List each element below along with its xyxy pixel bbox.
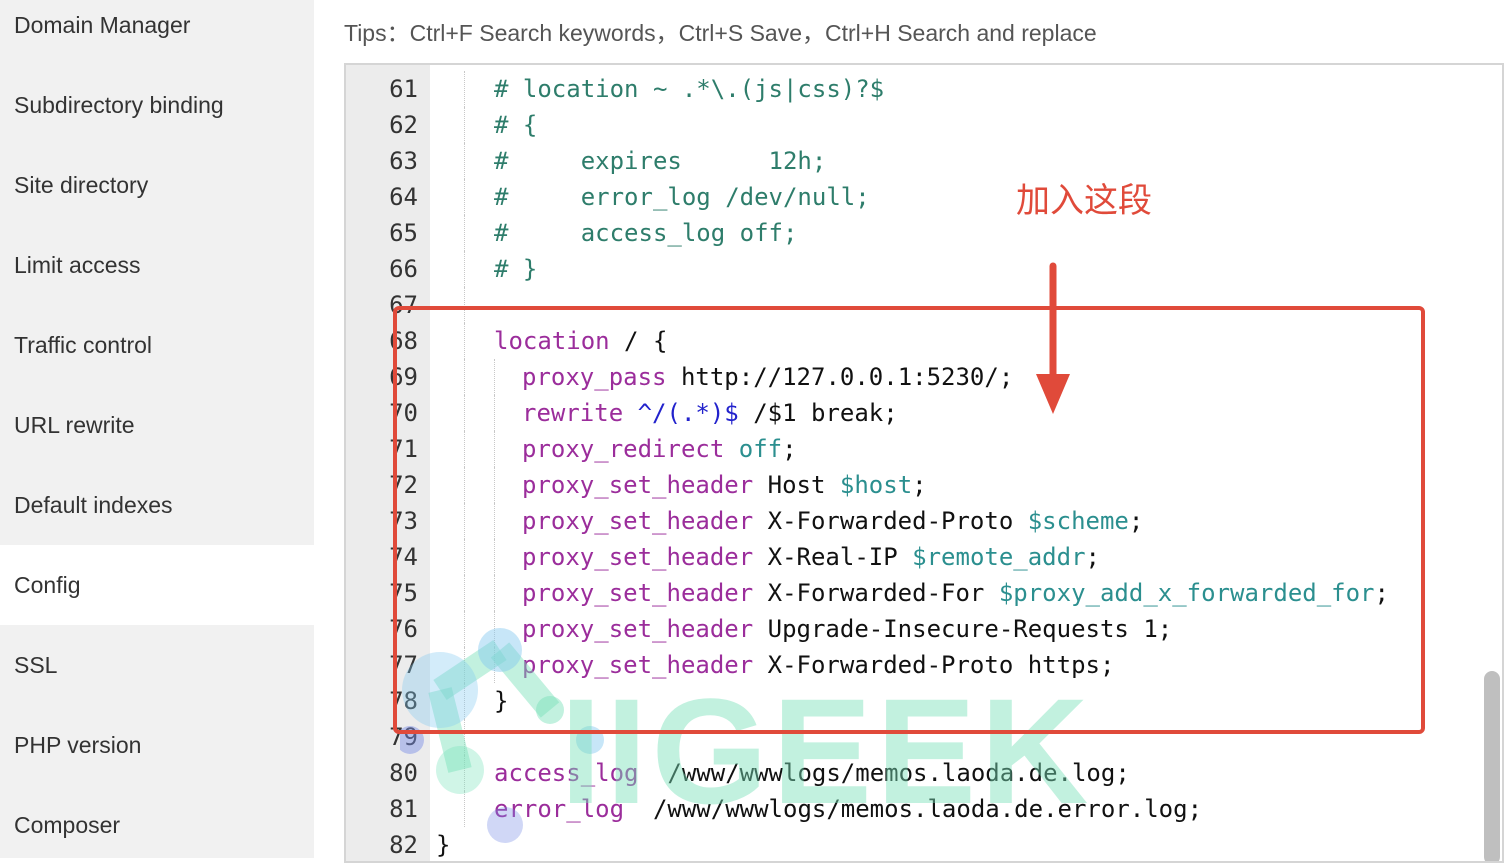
- code-text: # access_log off;: [494, 215, 797, 251]
- indent-guide: [464, 107, 466, 143]
- code-text: # error_log /dev/null;: [494, 179, 870, 215]
- code-text: # location ~ .*\.(js|css)?$: [494, 71, 884, 107]
- line-number: 65: [389, 219, 418, 247]
- code-line[interactable]: 63 # expires 12h;: [346, 143, 1502, 179]
- editor-scrollbar[interactable]: [1484, 671, 1500, 861]
- sidebar-item-composer[interactable]: Composer: [0, 785, 314, 865]
- indent-guide: [464, 251, 466, 287]
- code-line[interactable]: 62 # {: [346, 107, 1502, 143]
- code-token: # access_log off;: [494, 219, 798, 247]
- indent-guide: [464, 71, 466, 107]
- code-line[interactable]: 65 # access_log off;: [346, 215, 1502, 251]
- line-number: 62: [389, 111, 418, 139]
- sidebar-item-site-directory[interactable]: Site directory: [0, 145, 314, 225]
- code-token: # error_log /dev/null;: [494, 183, 870, 211]
- sidebar-item-ssl[interactable]: SSL: [0, 625, 314, 705]
- code-text: # expires 12h;: [494, 143, 826, 179]
- sidebar-item-label: Composer: [14, 811, 121, 838]
- sidebar-item-label: Site directory: [14, 171, 149, 198]
- code-token: # expires 12h;: [494, 147, 827, 175]
- sidebar-item-url-rewrite[interactable]: URL rewrite: [0, 385, 314, 465]
- code-text: # }: [494, 251, 537, 287]
- editor-tips: Tips：Ctrl+F Search keywords，Ctrl+S Save，…: [344, 20, 1097, 46]
- code-line[interactable]: 64 # error_log /dev/null;: [346, 179, 1502, 215]
- line-number: 63: [389, 147, 418, 175]
- sidebar-item-config[interactable]: Config: [0, 545, 314, 625]
- code-token: # }: [494, 255, 538, 283]
- sidebar-item-label: SSL: [14, 651, 58, 678]
- indent-guide: [464, 215, 466, 251]
- code-line[interactable]: 61 # location ~ .*\.(js|css)?$: [346, 71, 1502, 107]
- code-token: # location ~ .*\.(js|css)?$: [494, 75, 885, 103]
- sidebar-item-subdirectory-binding[interactable]: Subdirectory binding: [0, 65, 314, 145]
- sidebar-item-label: Default indexes: [14, 491, 173, 518]
- code-token: # {: [494, 111, 538, 139]
- sidebar-item-label: PHP version: [14, 731, 142, 758]
- line-number: 66: [389, 255, 418, 283]
- sidebar-item-label: Limit access: [14, 251, 141, 278]
- code-line[interactable]: 66 # }: [346, 251, 1502, 287]
- sidebar-item-label: Subdirectory binding: [14, 91, 224, 118]
- line-number: 64: [389, 183, 418, 211]
- sidebar-item-label: Config: [14, 571, 81, 598]
- sidebar-item-label: Traffic control: [14, 331, 153, 358]
- sidebar-item-label: Domain Manager: [14, 11, 191, 38]
- indent-guide: [464, 143, 466, 179]
- annotation-label: 加入这段: [1016, 181, 1152, 221]
- sidebar-item-default-indexes[interactable]: Default indexes: [0, 465, 314, 545]
- sidebar-item-domain-manager[interactable]: Domain Manager: [0, 0, 314, 65]
- code-text: # {: [494, 107, 537, 143]
- indent-guide: [464, 179, 466, 215]
- sidebar: Domain Manager Subdirectory binding Site…: [0, 0, 314, 858]
- line-number: 61: [389, 75, 418, 103]
- arrow-down-icon: [1036, 262, 1070, 414]
- sidebar-item-traffic-control[interactable]: Traffic control: [0, 305, 314, 385]
- sidebar-item-php-version[interactable]: PHP version: [0, 705, 314, 785]
- annotation-highlight-box: [393, 306, 1425, 734]
- sidebar-item-label: URL rewrite: [14, 411, 135, 438]
- sidebar-item-limit-access[interactable]: Limit access: [0, 225, 314, 305]
